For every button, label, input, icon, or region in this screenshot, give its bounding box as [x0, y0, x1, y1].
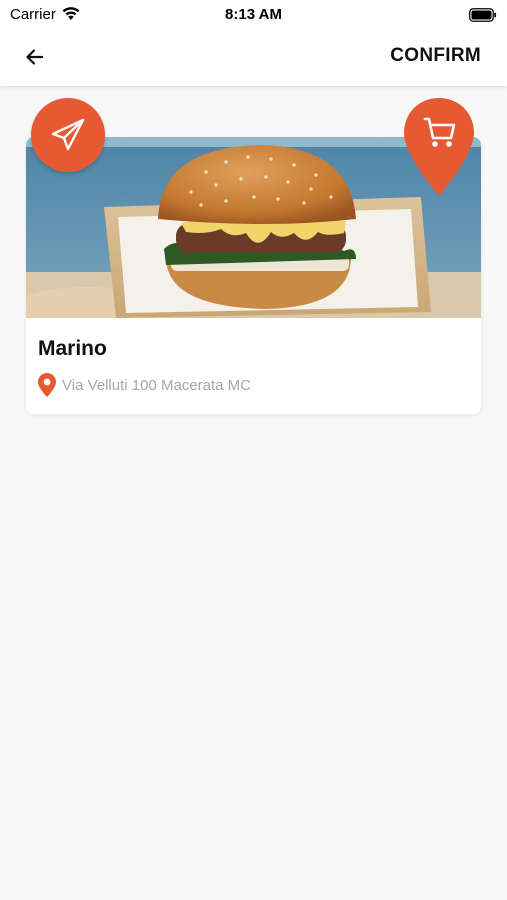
- arrow-left-icon: [26, 49, 44, 65]
- status-bar: Carrier 8:13 AM: [0, 0, 507, 30]
- cart-button[interactable]: [404, 98, 474, 196]
- back-button[interactable]: [22, 44, 48, 70]
- paper-plane-icon: [51, 118, 85, 151]
- confirm-button[interactable]: CONFIRM: [390, 45, 481, 67]
- navigation-bar: CONFIRM: [0, 30, 507, 86]
- restaurant-name: Marino: [38, 337, 107, 360]
- send-button[interactable]: [31, 98, 105, 172]
- location-pin-icon: [38, 373, 56, 397]
- status-time: 8:13 AM: [225, 6, 282, 23]
- restaurant-address: Via Velluti 100 Macerata MC: [62, 377, 251, 394]
- battery-icon: [469, 8, 497, 26]
